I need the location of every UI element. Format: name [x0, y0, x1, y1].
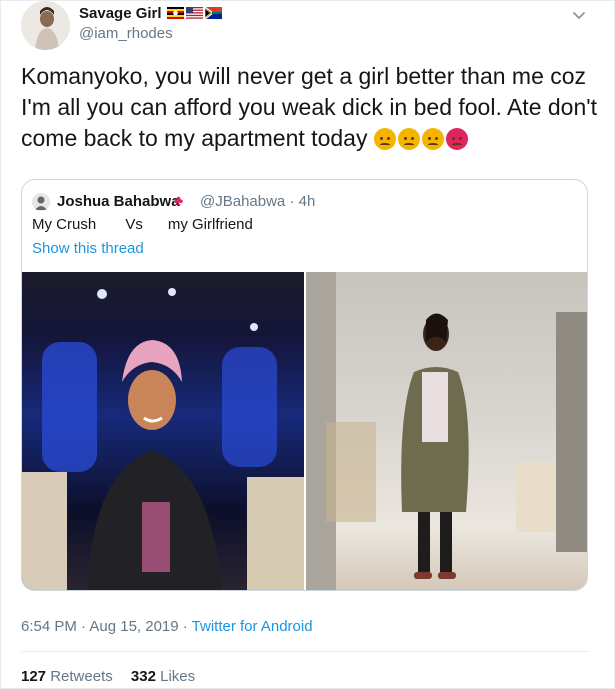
quoted-author-avatar[interactable]	[32, 193, 50, 211]
retweets-label: Retweets	[50, 668, 113, 685]
divider	[21, 651, 588, 652]
tweet-source-link[interactable]: Twitter for Android	[192, 618, 313, 635]
tweet-text-block: Komanyoko, you will never get a girl bet…	[21, 61, 606, 154]
engagement-stats: 127 Retweets 332 Likes	[21, 668, 209, 685]
likes-label: Likes	[160, 668, 196, 685]
author-display-name[interactable]: Savage Girl	[79, 5, 162, 22]
tweet-card: Savage Girl @iam_rhodes Komanyoko, you w…	[0, 0, 615, 689]
likes-stat[interactable]: 332 Likes	[131, 668, 195, 685]
likes-count: 332	[130, 668, 156, 685]
usa-flag-icon	[186, 7, 203, 19]
quoted-tweet-text: My Crush Vs my Girlfriend	[32, 216, 253, 233]
uganda-flag-icon	[167, 7, 184, 19]
quoted-photo-right[interactable]	[306, 272, 587, 590]
author-avatar[interactable]	[21, 1, 70, 50]
retweets-count: 127	[21, 668, 47, 685]
canada-maple-leaf-icon: ♣	[174, 192, 184, 208]
quoted-tweet[interactable]: Joshua Bahabwa ♣ @JBahabwa · 4h My Crush…	[21, 179, 588, 591]
angry-face-icon	[373, 128, 396, 150]
author-flags	[167, 7, 222, 19]
quoted-author-name[interactable]: Joshua Bahabwa	[57, 193, 180, 210]
pouting-face-icon	[445, 128, 468, 150]
south-africa-flag-icon	[205, 7, 222, 19]
retweets-stat[interactable]: 127 Retweets	[21, 668, 113, 685]
quoted-author-handle[interactable]: @JBahabwa · 4h	[200, 193, 315, 210]
tweet-text: Komanyoko, you will never get a girl bet…	[21, 63, 598, 151]
author-handle[interactable]: @iam_rhodes	[79, 25, 173, 42]
quoted-photo-left[interactable]	[22, 272, 304, 590]
show-thread-link[interactable]: Show this thread	[32, 240, 144, 257]
angry-face-icon	[421, 128, 444, 150]
chevron-down-icon[interactable]	[570, 6, 588, 24]
tweet-metadata: 6:54 PM · Aug 15, 2019 · Twitter for And…	[21, 618, 313, 635]
angry-face-icon	[397, 128, 420, 150]
tweet-timestamp[interactable]: 6:54 PM · Aug 15, 2019 ·	[21, 618, 192, 635]
